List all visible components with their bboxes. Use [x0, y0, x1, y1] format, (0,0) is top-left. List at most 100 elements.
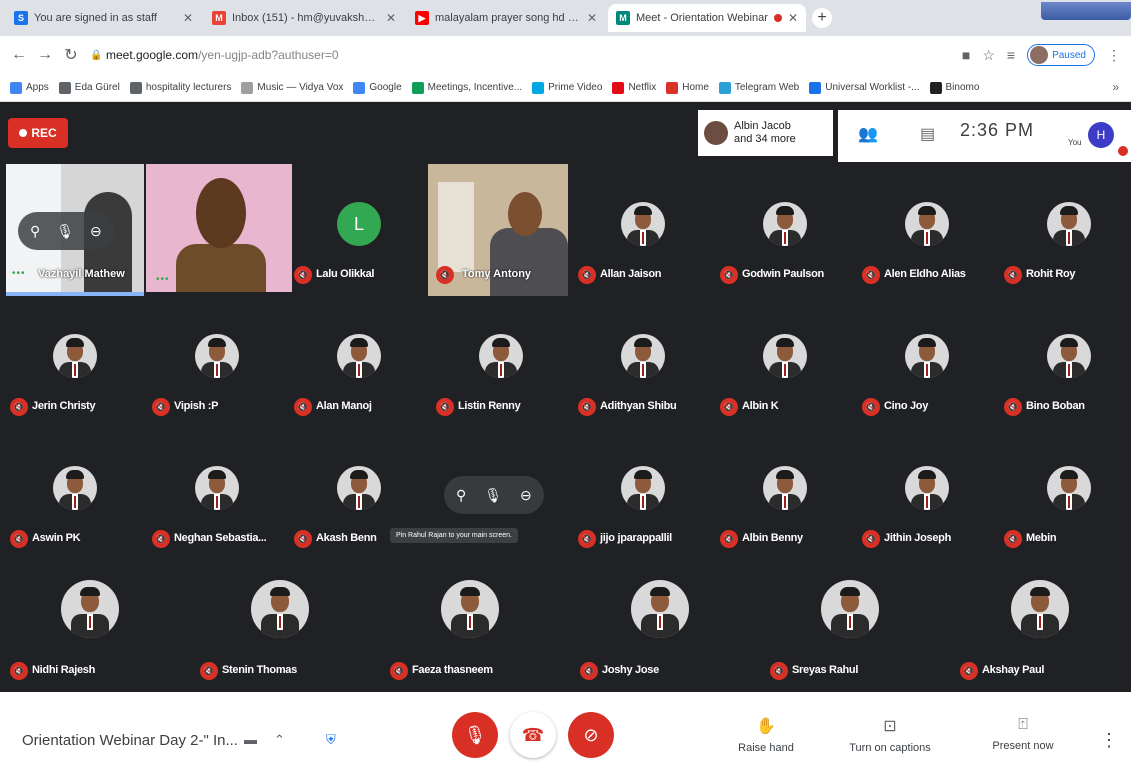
- window-controls[interactable]: [1041, 2, 1131, 20]
- close-tab-icon[interactable]: ✕: [587, 11, 597, 25]
- participant-tile[interactable]: 🔇 Vipish :P: [146, 296, 288, 428]
- chevron-up-icon[interactable]: ⌃: [274, 732, 285, 748]
- audio-dots-icon: •••: [12, 268, 26, 279]
- participant-tile[interactable]: 🔇 Alan Manoj: [288, 296, 430, 428]
- participant-tile[interactable]: 🔇 Aswin PK: [4, 428, 146, 560]
- participant-avatar: [821, 580, 879, 638]
- captions-button[interactable]: ⊡ Turn on captions: [835, 716, 945, 754]
- forward-icon[interactable]: →: [32, 46, 58, 64]
- bookmark-item[interactable]: Eda Gürel: [58, 81, 120, 94]
- self-muted-icon: [1118, 146, 1128, 156]
- participant-avatar: [61, 580, 119, 638]
- bookmark-item[interactable]: Netflix: [612, 81, 656, 94]
- participant-tile[interactable]: 🔇 Akshay Paul: [954, 560, 1126, 692]
- participant-tile[interactable]: 🔇 Stenin Thomas: [194, 560, 366, 692]
- chat-icon[interactable]: ▤: [920, 124, 935, 144]
- participant-tile[interactable]: 🔇 Bino Boban: [998, 296, 1131, 428]
- leave-call-button[interactable]: ☎: [510, 712, 556, 758]
- more-options-icon[interactable]: ⋮: [1100, 730, 1118, 751]
- star-icon[interactable]: ☆: [982, 47, 995, 64]
- people-icon[interactable]: 👥: [858, 124, 878, 144]
- participant-avatar: [53, 334, 97, 378]
- participant-tile[interactable]: 🔇 Joshy Jose: [574, 560, 746, 692]
- participant-tile[interactable]: 🔇 Mebin: [998, 428, 1131, 560]
- close-tab-icon[interactable]: ✕: [788, 11, 798, 25]
- remove-icon[interactable]: ⊖: [520, 487, 532, 504]
- camera-toggle-button[interactable]: ⊘: [568, 712, 614, 758]
- participant-tile[interactable]: 🔇 Alen Eldho Alias: [856, 164, 998, 296]
- bookmark-item[interactable]: hospitality lecturers: [129, 81, 231, 94]
- presenter-box[interactable]: Albin Jacob and 34 more: [698, 110, 833, 156]
- participant-tile[interactable]: 🔇 Akash Benn: [288, 428, 430, 560]
- participant-tile[interactable]: 🔇 Neghan Sebastia...: [146, 428, 288, 560]
- present-icon: ⍐: [1018, 716, 1028, 733]
- muted-icon: 🔇: [10, 662, 28, 680]
- participant-tile[interactable]: 🔇 Jerin Christy: [4, 296, 146, 428]
- mic-off-icon[interactable]: 🎙: [484, 487, 502, 504]
- participant-tile[interactable]: 🔇 Rohit Roy: [998, 164, 1131, 296]
- back-icon[interactable]: ←: [6, 46, 32, 64]
- media-icon[interactable]: ≡: [1007, 47, 1015, 63]
- avatar-hair: [1060, 470, 1078, 479]
- url-bar[interactable]: 🔒 meet.google.com /yen-ugjp-adb?authuser…: [90, 42, 970, 68]
- tab-meet[interactable]: M Meet - Orientation Webinar ✕: [608, 4, 806, 32]
- remove-icon[interactable]: ⊖: [90, 223, 102, 240]
- participant-tile[interactable]: 🔇 Adithyan Shibu: [572, 296, 714, 428]
- participant-tile[interactable]: 🔇 Faeza thasneem: [384, 560, 556, 692]
- participant-name: Albin Benny: [742, 532, 803, 544]
- participant-grid: ⚲ 🎙 ⊖ ••• Vazhayil Mathew ••• Tomy Anton…: [0, 162, 1131, 692]
- tab-youtube[interactable]: ▶ malayalam prayer song hd - You ✕: [407, 4, 605, 32]
- bookmark-item[interactable]: Google: [353, 81, 402, 94]
- tile-lalu[interactable]: L 🔇 Lalu Olikkal: [288, 164, 430, 296]
- participant-avatar: [195, 466, 239, 510]
- menu-icon[interactable]: ⋮: [1107, 47, 1121, 64]
- participant-tile[interactable]: 🔇 Jithin Joseph: [856, 428, 998, 560]
- tab-staff[interactable]: S You are signed in as staff ✕: [6, 4, 201, 32]
- participant-tile[interactable]: 🔇 Sreyas Rahul: [764, 560, 936, 692]
- participant-tile[interactable]: 🔇 jijo jparappallil: [572, 428, 714, 560]
- mic-toggle-button[interactable]: 🎙: [452, 712, 498, 758]
- avatar-tie: [642, 496, 644, 508]
- participant-tile[interactable]: 🔇 Albin K: [714, 296, 856, 428]
- bookmark-item[interactable]: Apps: [10, 81, 49, 94]
- captions-badge-icon[interactable]: ▬: [244, 732, 257, 747]
- camera-icon[interactable]: ■: [962, 47, 970, 63]
- bookmark-item[interactable]: Meetings, Incentive...: [411, 81, 522, 94]
- participant-tile[interactable]: 🔇 Godwin Paulson: [714, 164, 856, 296]
- mic-icon[interactable]: 🎙: [56, 223, 74, 240]
- meeting-title[interactable]: Orientation Webinar Day 2-" In...: [22, 732, 238, 749]
- close-tab-icon[interactable]: ✕: [386, 11, 396, 25]
- participant-tile[interactable]: 🔇 Cino Joy: [856, 296, 998, 428]
- participant-tile[interactable]: 🔇 Allan Jaison: [572, 164, 714, 296]
- muted-icon: 🔇: [10, 530, 28, 548]
- reload-icon[interactable]: ↻: [58, 45, 84, 65]
- participant-tile[interactable]: 🔇 Listin Renny: [430, 296, 572, 428]
- pin-icon[interactable]: ⚲: [30, 223, 40, 240]
- bookmark-item[interactable]: Music — Vidya Vox: [241, 81, 343, 94]
- participant-name: Faeza thasneem: [412, 664, 493, 676]
- raise-hand-button[interactable]: ✋ Raise hand: [711, 716, 821, 754]
- shield-icon[interactable]: ⛨: [326, 732, 336, 748]
- present-button[interactable]: ⍐ Present now: [968, 716, 1078, 752]
- bookmark-item[interactable]: Universal Worklist -...: [809, 81, 920, 94]
- avatar-hair: [634, 470, 652, 479]
- tab-gmail[interactable]: M Inbox (151) - hm@yuvakshetra... ✕: [204, 4, 404, 32]
- participant-tile[interactable]: 🔇 Nidhi Rajesh: [4, 560, 176, 692]
- bookmark-item[interactable]: Telegram Web: [718, 81, 799, 94]
- bookmarks-overflow-icon[interactable]: »: [1112, 80, 1119, 94]
- self-avatar[interactable]: H: [1088, 122, 1114, 148]
- participant-tile[interactable]: 🔇 Albin Benny: [714, 428, 856, 560]
- participant-name: Neghan Sebastia...: [174, 532, 267, 544]
- video-tile-vazhayil[interactable]: ⚲ 🎙 ⊖ ••• Vazhayil Mathew: [6, 164, 144, 296]
- video-tile-girl[interactable]: •••: [146, 164, 292, 292]
- profile-button[interactable]: Paused: [1027, 44, 1095, 66]
- bookmark-item[interactable]: Home: [666, 81, 709, 94]
- recording-badge[interactable]: REC: [8, 118, 68, 148]
- pin-icon[interactable]: ⚲: [456, 487, 466, 504]
- bookmark-item[interactable]: Prime Video: [532, 81, 602, 94]
- close-tab-icon[interactable]: ✕: [183, 11, 193, 25]
- new-tab-button[interactable]: +: [812, 8, 832, 28]
- bookmark-item[interactable]: Binomo: [929, 81, 979, 94]
- background-door: [438, 182, 474, 272]
- participant-avatar: [905, 466, 949, 510]
